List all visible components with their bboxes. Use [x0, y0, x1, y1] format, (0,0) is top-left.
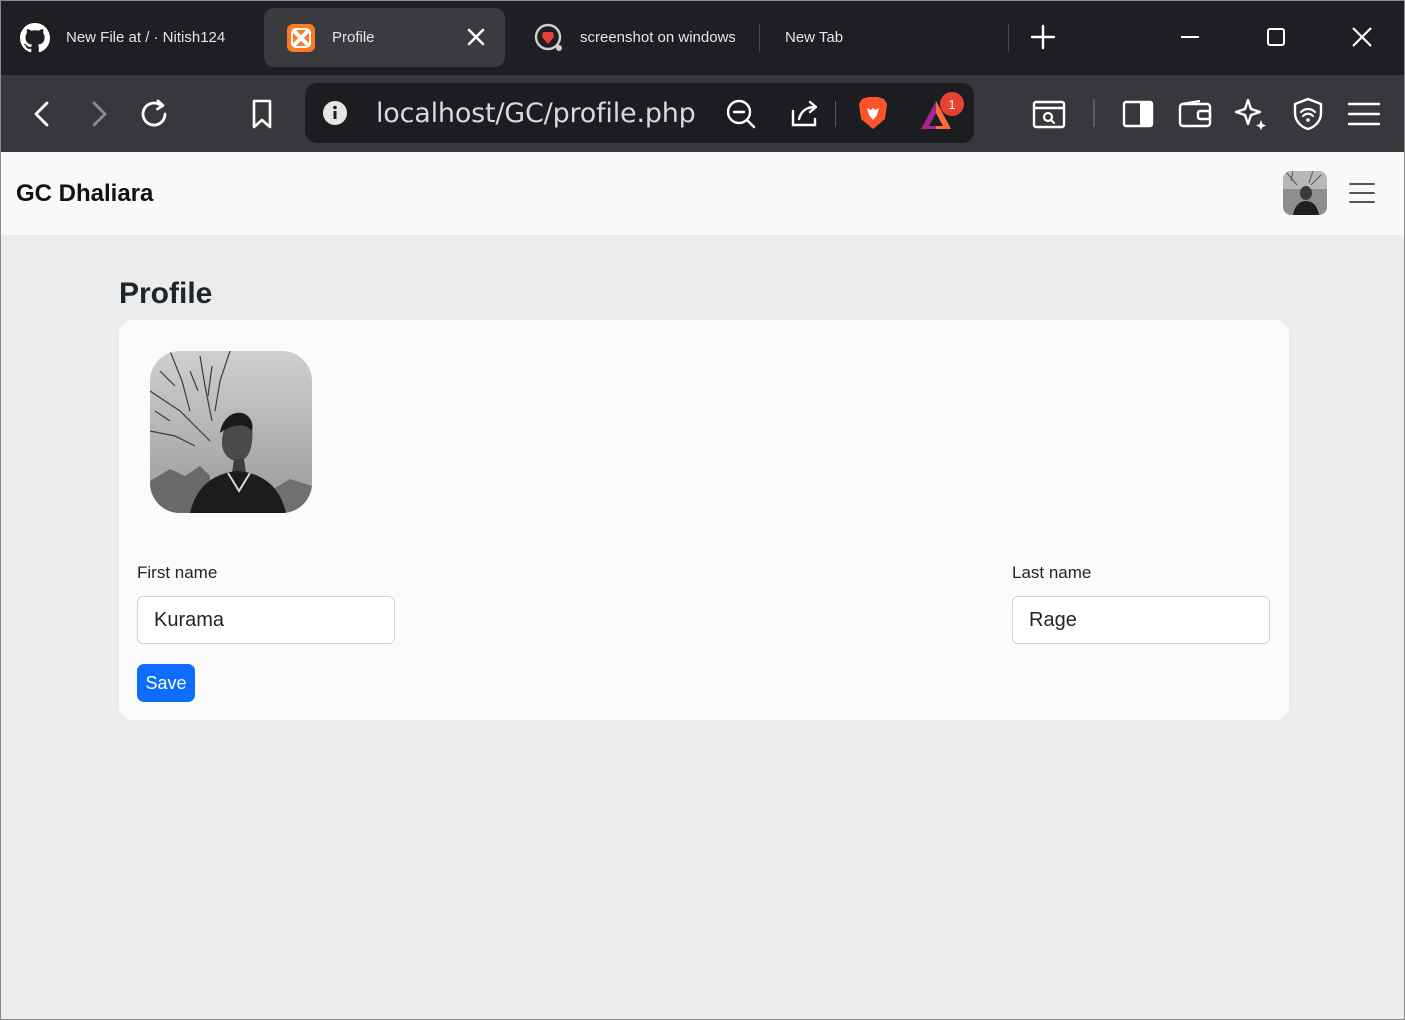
site-navbar: GC Dhaliara — [1, 152, 1404, 235]
tab-profile[interactable]: Profile — [264, 8, 505, 67]
user-avatar[interactable] — [1283, 171, 1327, 215]
menu-icon[interactable] — [1345, 95, 1383, 133]
last-name-input[interactable] — [1012, 596, 1270, 644]
share-icon[interactable] — [789, 97, 821, 134]
brave-search-icon — [534, 23, 564, 53]
sidebar-icon[interactable] — [1119, 95, 1157, 133]
bookmark-icon[interactable] — [243, 95, 281, 133]
site-info-icon[interactable] — [322, 100, 348, 131]
tab-divider — [1008, 24, 1009, 52]
last-name-label: Last name — [1012, 563, 1092, 582]
maximize-button[interactable] — [1259, 20, 1293, 54]
wallet-icon[interactable] — [1176, 95, 1214, 133]
divider — [1093, 99, 1095, 127]
rewards-notification-badge: 1 — [940, 92, 964, 116]
close-tab-icon[interactable] — [465, 26, 487, 48]
brand-link[interactable]: GC Dhaliara — [16, 180, 153, 208]
tab-title: New File at / · Nitish124 — [66, 29, 226, 46]
browser-tab-strip: New File at / · Nitish124 Profile screen… — [0, 0, 1405, 75]
reload-button[interactable] — [135, 95, 173, 133]
hamburger-icon — [1345, 183, 1379, 214]
first-name-input[interactable] — [137, 596, 395, 644]
close-window-button[interactable] — [1345, 20, 1379, 54]
xampp-icon — [286, 23, 316, 53]
tab-divider — [759, 24, 760, 52]
leo-ai-icon[interactable] — [1232, 95, 1270, 133]
github-icon — [20, 22, 50, 53]
navbar-toggler[interactable] — [1345, 176, 1379, 210]
url-text[interactable]: localhost/GC/profile.php — [376, 98, 696, 129]
page-title: Profile — [119, 277, 213, 310]
tab-github[interactable]: New File at / · Nitish124 — [20, 8, 250, 67]
save-button[interactable]: Save — [137, 664, 195, 702]
forward-button[interactable] — [79, 95, 117, 133]
tab-title: New Tab — [785, 29, 844, 46]
minimize-button[interactable] — [1173, 20, 1207, 54]
profile-photo[interactable] — [150, 351, 312, 513]
browser-toolbar: localhost/GC/profile.php — [0, 75, 1405, 152]
tab-title: screenshot on windows — [580, 29, 735, 46]
brave-shields-icon[interactable] — [856, 95, 890, 136]
divider — [835, 101, 836, 127]
tab-screenshot-search[interactable]: screenshot on windows — [534, 8, 739, 67]
address-bar[interactable]: localhost/GC/profile.php — [305, 83, 974, 143]
zoom-out-icon[interactable] — [725, 98, 757, 135]
reader-mode-icon[interactable] — [1030, 95, 1068, 133]
new-tab-button[interactable] — [1028, 22, 1058, 52]
back-button[interactable] — [24, 95, 62, 133]
first-name-label: First name — [137, 563, 218, 582]
tab-title: Profile — [332, 29, 375, 46]
vpn-shield-icon[interactable] — [1289, 95, 1327, 133]
profile-card: First name Last name Save — [119, 320, 1289, 720]
tab-new-tab[interactable]: New Tab — [785, 8, 995, 67]
